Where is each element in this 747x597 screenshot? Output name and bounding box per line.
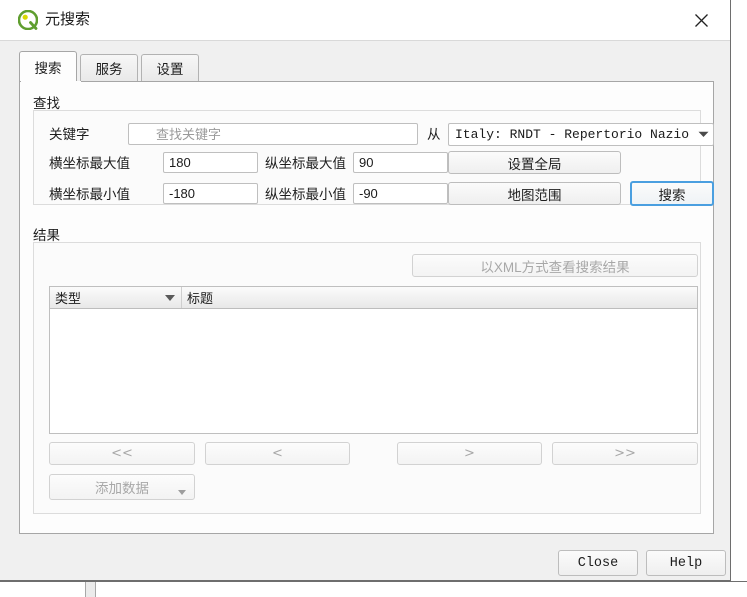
tab-search[interactable]: 搜索 <box>19 51 77 81</box>
map-extent-button[interactable]: 地图范围 <box>448 182 621 205</box>
from-label: 从 <box>427 127 441 142</box>
results-table-header: 类型 标题 <box>50 287 697 309</box>
caret-down-icon <box>178 490 186 495</box>
column-header-title[interactable]: 标题 <box>182 287 697 308</box>
results-group: 结果 以XML方式查看搜索结果 类型 标题 << < > >> 添加数据 <box>33 224 701 514</box>
ymin-input[interactable] <box>353 183 448 204</box>
tab-bar: 搜索 服务 设置 <box>19 51 202 81</box>
tab-settings-label: 设置 <box>156 62 184 77</box>
xmax-input[interactable] <box>163 152 258 173</box>
column-header-title-label: 标题 <box>187 291 214 306</box>
background-divider <box>0 581 747 582</box>
column-header-type[interactable]: 类型 <box>50 287 182 308</box>
view-xml-button-label: 以XML方式查看搜索结果 <box>480 259 630 275</box>
xmin-label: 横坐标最小值 <box>49 187 130 202</box>
service-combobox[interactable]: Italy: RNDT - Repertorio Nazio <box>448 123 714 146</box>
tab-page-search: 查找 关键字 从 Italy: RNDT - Repertorio Nazio <box>19 81 714 534</box>
tab-services[interactable]: 服务 <box>80 54 138 81</box>
last-page-button-label: >> <box>614 446 636 461</box>
results-table-body[interactable] <box>50 309 697 433</box>
search-input[interactable] <box>128 123 418 145</box>
results-group-title: 结果 <box>33 228 60 243</box>
ymax-label: 纵坐标最大值 <box>265 156 346 171</box>
first-page-button[interactable]: << <box>49 442 195 465</box>
title-bar: 元搜索 <box>0 0 730 41</box>
find-group: 查找 关键字 从 Italy: RNDT - Repertorio Nazio <box>33 92 714 206</box>
set-global-button[interactable]: 设置全局 <box>448 151 621 174</box>
qgis-logo-icon <box>17 9 39 31</box>
close-icon[interactable] <box>678 0 724 40</box>
find-group-title: 查找 <box>33 96 60 111</box>
previous-page-button[interactable]: < <box>205 442 350 465</box>
help-button[interactable]: Help <box>646 550 726 576</box>
search-button-label: 搜索 <box>658 187 686 203</box>
screen: 元搜索 搜索 服务 设置 查找 关键字 查找关键字 从 Italy: RNDT … <box>0 0 747 597</box>
tab-settings[interactable]: 设置 <box>141 54 199 81</box>
results-table[interactable]: 类型 标题 <box>49 286 698 434</box>
next-page-button[interactable]: > <box>397 442 542 465</box>
view-xml-button[interactable]: 以XML方式查看搜索结果 <box>412 254 698 277</box>
add-data-button-label: 添加数据 <box>95 481 149 496</box>
keywords-label: 关键字 <box>49 127 90 142</box>
tab-page-notch <box>21 81 81 82</box>
background-window-stub <box>85 582 96 597</box>
xmin-input[interactable] <box>163 183 258 204</box>
help-button-label: Help <box>669 555 703 571</box>
ymin-label: 纵坐标最小值 <box>265 187 346 202</box>
last-page-button[interactable]: >> <box>552 442 698 465</box>
close-button-label: Close <box>577 555 619 571</box>
sort-descending-icon <box>165 295 175 301</box>
close-button[interactable]: Close <box>558 550 638 576</box>
xmax-label: 横坐标最大值 <box>49 156 130 171</box>
add-data-button[interactable]: 添加数据 <box>49 474 195 500</box>
previous-page-button-label: < <box>272 446 283 461</box>
metasearch-dialog: 元搜索 搜索 服务 设置 查找 关键字 查找关键字 从 Italy: RNDT … <box>0 0 731 581</box>
tab-search-label: 搜索 <box>34 60 62 76</box>
map-extent-button-label: 地图范围 <box>507 187 562 203</box>
first-page-button-label: << <box>111 446 133 461</box>
window-title: 元搜索 <box>45 11 91 28</box>
chevron-down-icon <box>693 131 713 138</box>
tab-services-label: 服务 <box>95 62 123 77</box>
set-global-button-label: 设置全局 <box>507 156 562 172</box>
service-combobox-value: Italy: RNDT - Repertorio Nazio <box>455 127 690 142</box>
ymax-input[interactable] <box>353 152 448 173</box>
column-header-type-label: 类型 <box>55 291 82 306</box>
next-page-button-label: > <box>464 446 475 461</box>
search-button[interactable]: 搜索 <box>630 181 714 206</box>
